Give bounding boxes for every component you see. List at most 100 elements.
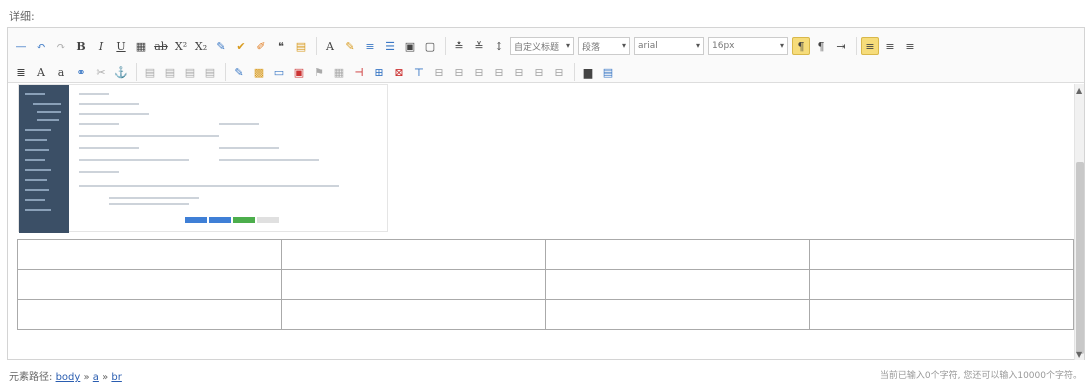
direction-ltr-icon[interactable]: ¶ xyxy=(792,37,810,55)
table-cell[interactable] xyxy=(809,239,1074,270)
align-justify-icon[interactable]: ≣ xyxy=(12,63,30,81)
table-cell[interactable] xyxy=(545,299,810,330)
chevron-down-icon: ▾ xyxy=(695,41,700,50)
paragraph-select[interactable]: 段落 ▾ xyxy=(578,37,630,55)
table-cell[interactable] xyxy=(17,299,282,330)
vertical-scrollbar[interactable]: ▲ ▼ xyxy=(1074,84,1084,360)
merge-right-icon[interactable]: ⊟ xyxy=(510,63,528,81)
format-match-icon[interactable]: ✎ xyxy=(212,37,230,55)
toolbar-separator xyxy=(574,63,575,81)
scroll-up-icon[interactable]: ▲ xyxy=(1076,86,1082,95)
print-icon[interactable]: ▆ xyxy=(579,63,597,81)
insert-image-icon[interactable]: ▩ xyxy=(250,63,268,81)
strikethrough-icon[interactable]: ab xyxy=(152,37,170,55)
table-cell[interactable] xyxy=(809,269,1074,300)
table-cell[interactable] xyxy=(17,269,282,300)
select-all-icon[interactable]: ▣ xyxy=(401,37,419,55)
bold-icon[interactable]: B xyxy=(72,37,90,55)
horizontal-rule-icon[interactable]: — xyxy=(12,37,30,55)
unlink-icon[interactable]: ✂ xyxy=(92,63,110,81)
italic-icon[interactable]: I xyxy=(92,37,110,55)
table-row xyxy=(17,299,1074,330)
scrollbar-thumb[interactable] xyxy=(1076,162,1084,354)
align-right-icon[interactable]: ≡ xyxy=(901,37,919,55)
uppercase-icon[interactable]: A xyxy=(32,63,50,81)
rich-text-editor[interactable]: — ↶ ↷ B I U ▦ ab X² X₂ ✎ ✔ ✐ ❝ ▤ A ✎ ≡ ☰… xyxy=(7,27,1085,360)
toolbar-separator xyxy=(316,37,317,55)
highlight-color-icon[interactable]: ✎ xyxy=(341,37,359,55)
font-family-select[interactable]: arial ▾ xyxy=(634,37,704,55)
table-cell[interactable] xyxy=(545,269,810,300)
merge-cells-icon[interactable]: ⊟ xyxy=(490,63,508,81)
align-left-icon[interactable]: ≡ xyxy=(861,37,879,55)
embedded-screenshot-image xyxy=(18,84,388,233)
redo-icon[interactable]: ↷ xyxy=(52,37,70,55)
font-family-value: arial xyxy=(638,41,658,51)
font-size-select[interactable]: 16px ▾ xyxy=(708,37,788,55)
table-cell[interactable] xyxy=(809,299,1074,330)
toolbar-row-2: ≣ A a ⚭ ✂ ⚓ ▤ ▤ ▤ ▤ ✎ ▩ ▭ ▣ ⚑ ▦ ⊣ ⊞ ⊠ ⊤ … xyxy=(12,61,619,83)
insert-row-icon[interactable]: ⊤ xyxy=(410,63,428,81)
split-cells-icon[interactable]: ⊟ xyxy=(550,63,568,81)
font-border-icon[interactable]: ▦ xyxy=(132,37,150,55)
path-item-body[interactable]: body xyxy=(56,372,81,383)
scroll-down-icon[interactable]: ▼ xyxy=(1076,350,1082,359)
toolbar-separator xyxy=(225,63,226,81)
merge-down-icon[interactable]: ⊟ xyxy=(530,63,548,81)
chevron-down-icon: ▾ xyxy=(565,41,570,50)
simple-upload-icon[interactable]: ✎ xyxy=(230,63,248,81)
anchor-icon[interactable]: ⚓ xyxy=(112,63,130,81)
preview-icon[interactable]: ▤ xyxy=(599,63,617,81)
table-cell[interactable] xyxy=(17,239,282,270)
path-item-br[interactable]: br xyxy=(111,372,121,383)
map-icon[interactable]: ⚑ xyxy=(310,63,328,81)
superscript-icon[interactable]: X² xyxy=(172,37,190,55)
undo-icon[interactable]: ↶ xyxy=(32,37,50,55)
eraser-icon[interactable]: ✐ xyxy=(252,37,270,55)
underline-icon[interactable]: U xyxy=(112,37,130,55)
content-table[interactable] xyxy=(17,239,1074,330)
row-spacing-bottom-icon[interactable]: ≚ xyxy=(470,37,488,55)
image-none-icon[interactable]: ▤ xyxy=(141,63,159,81)
ordered-list-icon[interactable]: ≡ xyxy=(361,37,379,55)
element-path-label: 元素路径: xyxy=(9,372,53,383)
unordered-list-icon[interactable]: ☰ xyxy=(381,37,399,55)
delete-row-icon[interactable]: ⊟ xyxy=(430,63,448,81)
delete-table-icon[interactable]: ⊠ xyxy=(390,63,408,81)
font-color-icon[interactable]: A xyxy=(321,37,339,55)
blockquote-icon[interactable]: ❝ xyxy=(272,37,290,55)
toolbar-separator xyxy=(445,37,446,55)
custom-title-select[interactable]: 自定义标题 ▾ xyxy=(510,37,574,55)
field-label: 详细: xyxy=(9,10,35,23)
image-right-icon[interactable]: ▤ xyxy=(181,63,199,81)
image-center-icon[interactable]: ▤ xyxy=(201,63,219,81)
editor-content[interactable] xyxy=(8,84,1076,360)
insert-frame-icon[interactable]: ▦ xyxy=(330,63,348,81)
link-icon[interactable]: ⚭ xyxy=(72,63,90,81)
table-cell[interactable] xyxy=(281,239,546,270)
subscript-icon[interactable]: X₂ xyxy=(192,37,210,55)
table-cell[interactable] xyxy=(281,269,546,300)
insert-col-icon[interactable]: ⊟ xyxy=(450,63,468,81)
auto-typeset-icon[interactable]: ✔ xyxy=(232,37,250,55)
paste-plain-icon[interactable]: ▤ xyxy=(292,37,310,55)
toolbar-separator xyxy=(136,63,137,81)
align-center-icon[interactable]: ≡ xyxy=(881,37,899,55)
chevron-down-icon: ▾ xyxy=(621,41,626,50)
element-path: 元素路径: body » a » br xyxy=(9,368,122,383)
line-height-icon[interactable]: ↕ xyxy=(490,37,508,55)
screenshot-button xyxy=(233,217,255,223)
lowercase-icon[interactable]: a xyxy=(52,63,70,81)
page-break-icon[interactable]: ⊣ xyxy=(350,63,368,81)
indent-icon[interactable]: ⇥ xyxy=(832,37,850,55)
clear-doc-icon[interactable]: ▢ xyxy=(421,37,439,55)
direction-rtl-icon[interactable]: ¶ xyxy=(812,37,830,55)
table-cell[interactable] xyxy=(545,239,810,270)
insert-table-icon[interactable]: ⊞ xyxy=(370,63,388,81)
image-left-icon[interactable]: ▤ xyxy=(161,63,179,81)
table-cell[interactable] xyxy=(281,299,546,330)
insert-video-icon[interactable]: ▣ xyxy=(290,63,308,81)
row-spacing-top-icon[interactable]: ≛ xyxy=(450,37,468,55)
delete-col-icon[interactable]: ⊟ xyxy=(470,63,488,81)
emotion-icon[interactable]: ▭ xyxy=(270,63,288,81)
